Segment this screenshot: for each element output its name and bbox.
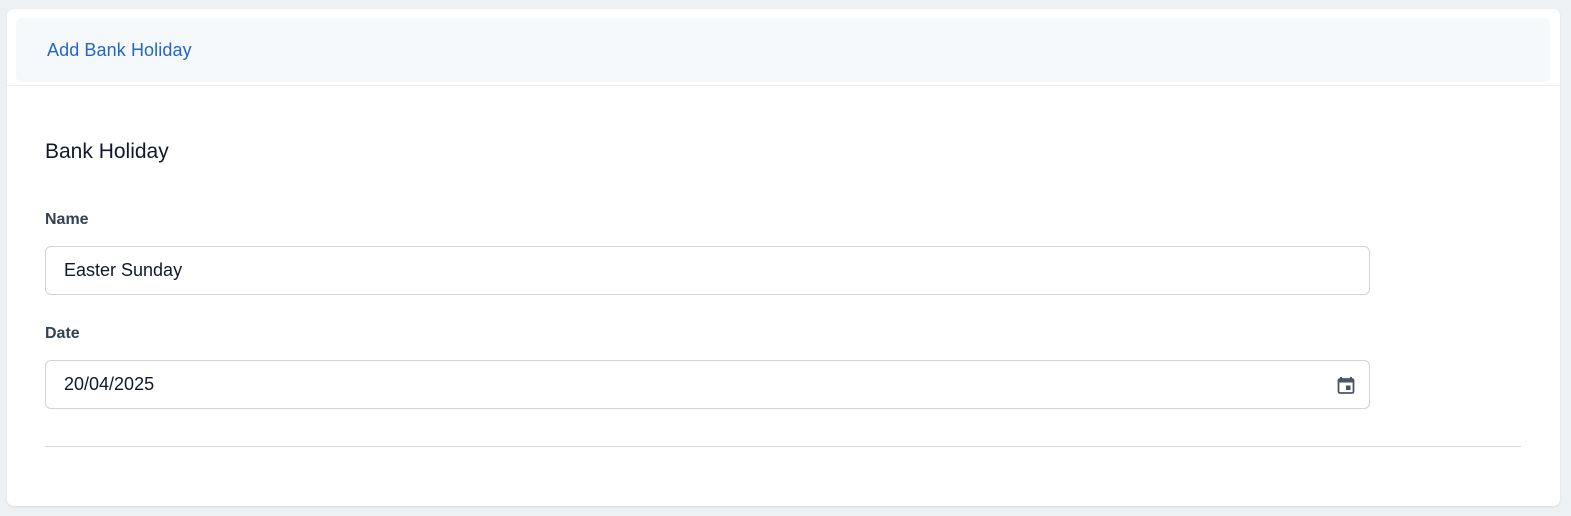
name-label: Name <box>45 211 89 228</box>
calendar-icon[interactable] <box>1336 375 1356 395</box>
date-field-wrapper <box>45 360 1370 409</box>
date-input[interactable] <box>46 361 1369 408</box>
card-header: Add Bank Holiday <box>16 18 1550 82</box>
name-input[interactable] <box>46 247 1369 294</box>
date-label: Date <box>45 325 80 342</box>
header-divider <box>7 85 1560 86</box>
bank-holiday-card: Add Bank Holiday Bank Holiday Name Date <box>7 9 1560 506</box>
name-field-wrapper <box>45 246 1370 295</box>
page-title: Add Bank Holiday <box>47 39 192 60</box>
section-title: Bank Holiday <box>45 140 169 163</box>
form-divider <box>45 446 1521 447</box>
